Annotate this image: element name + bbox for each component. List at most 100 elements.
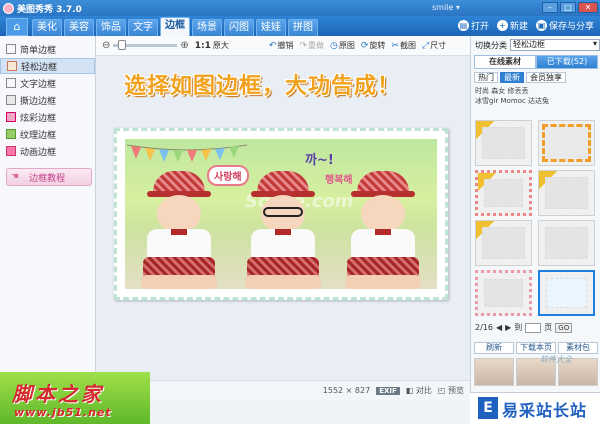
size-button[interactable]: ⤢ 尺寸	[422, 40, 446, 51]
sidebar-item-label: 动画边框	[20, 147, 57, 158]
filter-newest[interactable]: 最新	[500, 72, 524, 83]
actual-size-label[interactable]: 原大	[213, 40, 229, 51]
site-watermark-right: E 易采站长站	[470, 392, 600, 424]
tag-line[interactable]: 冰雪gir Momoc 达达兔	[475, 96, 599, 106]
sidebar-item-simple[interactable]: 简单边框	[0, 41, 95, 57]
compare-button[interactable]: ◧ 对比	[406, 385, 432, 396]
tab-downloaded[interactable]: 已下载(52)	[536, 55, 598, 69]
watermark-site-name: 易采站长站	[502, 401, 588, 420]
rotate-label: 旋转	[369, 41, 386, 50]
material-pack-button[interactable]: 素材包	[558, 342, 598, 354]
sidebar-item-animated[interactable]: 动画边框	[0, 143, 95, 159]
next-page-icon[interactable]: ▶	[505, 323, 511, 332]
user-menu[interactable]: smile ▾	[432, 3, 460, 12]
tab-online-materials[interactable]: 在线素材	[474, 55, 536, 69]
tab-beautify[interactable]: 美化	[32, 19, 62, 36]
tab-scene[interactable]: 场景	[192, 19, 222, 36]
exif-button[interactable]: EXIF	[376, 386, 400, 395]
frame-thumbnail[interactable]	[538, 220, 595, 266]
category-select[interactable]: 轻松边框	[510, 39, 600, 51]
tab-collage[interactable]: 拼图	[288, 19, 318, 36]
save-icon: ▣	[535, 20, 547, 31]
page-indicator: 2/16	[475, 323, 493, 332]
rotate-button[interactable]: ⟳ 旋转	[361, 40, 386, 51]
save-share-button[interactable]: ▣ 保存与分享	[535, 19, 594, 32]
material-actions: 刷新 下载本页 素材包	[474, 342, 598, 354]
frame-thumbnail[interactable]	[475, 220, 532, 266]
download-page-button[interactable]: 下载本页	[516, 342, 556, 354]
tab-flash[interactable]: 闪图	[224, 19, 254, 36]
page-input[interactable]	[525, 322, 542, 333]
filter-vip[interactable]: 会员独享	[526, 72, 566, 83]
folder-icon: ▤	[457, 20, 469, 31]
watermark-small: 软件大全	[540, 355, 572, 364]
undo-button[interactable]: ↶ 撤销	[269, 40, 294, 51]
torn-frame-icon	[6, 95, 16, 105]
zoom-out-icon[interactable]: ⊖	[102, 40, 110, 51]
maximize-button[interactable]: □	[560, 2, 576, 13]
tag-line[interactable]: 时尚 森女 修丢丢	[475, 86, 599, 96]
sidebar-item-easy[interactable]: 轻松边框	[0, 58, 95, 74]
canvas-area[interactable]: 选择如图边框，大功告成！ 사랑해 까~! 행복해 SooTe.com	[96, 56, 470, 380]
sidebar-item-label: 纹理边框	[20, 130, 57, 141]
new-button[interactable]: + 新建	[496, 19, 528, 32]
tutorial-label: 边框教程	[29, 173, 66, 184]
tab-doll[interactable]: 娃娃	[256, 19, 286, 36]
frame-thumbnail[interactable]	[475, 120, 532, 166]
tag-list[interactable]: 时尚 森女 修丢丢 冰雪gir Momoc 达达兔	[475, 86, 599, 106]
zoom-slider-knob[interactable]	[117, 40, 126, 50]
crop-button[interactable]: ✂ 截图	[391, 40, 416, 51]
preview-button[interactable]: ◰ 预览	[438, 385, 464, 396]
text-frame-icon	[6, 78, 16, 88]
filter-hot[interactable]: 热门	[474, 72, 498, 83]
baby-left	[133, 171, 225, 289]
refresh-button[interactable]: 刷新	[474, 342, 514, 354]
prev-page-icon[interactable]: ◀	[496, 323, 502, 332]
original-icon: ◷	[330, 40, 338, 51]
tab-makeup[interactable]: 美容	[64, 19, 94, 36]
sticker-text-kka: 까~!	[305, 153, 334, 168]
minimize-button[interactable]: –	[542, 2, 558, 13]
size-label: 尺寸	[430, 41, 447, 50]
go-button[interactable]: GO	[555, 322, 573, 333]
actual-size-button[interactable]: 1:1	[195, 41, 211, 51]
original-button[interactable]: ◷ 原图	[330, 40, 355, 51]
close-button[interactable]: ✕	[578, 2, 598, 13]
baby-middle	[237, 171, 329, 289]
crop-label: 截图	[399, 41, 416, 50]
image-dimensions: 1552 × 827	[322, 386, 371, 395]
frame-icon	[7, 61, 17, 71]
recommended-thumbnail[interactable]	[474, 358, 514, 386]
site-logo-icon: E	[478, 397, 498, 419]
open-button[interactable]: ▤ 打开	[457, 19, 489, 32]
window-controls: – □ ✕	[542, 2, 598, 13]
zoom-slider[interactable]	[113, 40, 178, 50]
nav-actions: ▤ 打开 + 新建 ▣ 保存与分享	[457, 19, 594, 32]
frame-thumbnail[interactable]	[475, 270, 532, 316]
sidebar-item-texture[interactable]: 纹理边框	[0, 126, 95, 142]
tab-text[interactable]: 文字	[128, 19, 158, 36]
title-bar: 美图秀秀 3.7.0 smile ▾ – □ ✕	[0, 0, 600, 16]
frame-icon	[6, 44, 16, 54]
redo-icon: ↷	[299, 40, 307, 51]
tab-frame[interactable]: 边框	[160, 17, 190, 36]
scissors-icon: ✂	[391, 40, 399, 51]
frame-thumbnail[interactable]	[475, 170, 532, 216]
sidebar-item-torn[interactable]: 撕边边框	[0, 92, 95, 108]
sidebar-item-colorful[interactable]: 炫彩边框	[0, 109, 95, 125]
open-label: 打开	[470, 22, 489, 32]
frame-thumbnail[interactable]	[538, 170, 595, 216]
frame-thumbnail[interactable]	[538, 270, 595, 316]
sidebar-item-text[interactable]: 文字边框	[0, 75, 95, 91]
site-watermark-left: 脚本之家 www.jb51.net	[0, 372, 150, 424]
undo-icon: ↶	[268, 40, 277, 51]
colorful-frame-icon	[6, 112, 16, 122]
framed-photo[interactable]: 사랑해 까~! 행복해 SooTe.com	[114, 128, 448, 300]
redo-button[interactable]: ↷ 重做	[299, 40, 324, 51]
home-button[interactable]: ⌂	[6, 18, 28, 36]
zoom-in-icon[interactable]: ⊕	[180, 40, 188, 51]
tab-accessories[interactable]: 饰品	[96, 19, 126, 36]
frame-tutorial-button[interactable]: ☚ 边框教程	[6, 168, 92, 186]
frame-thumbnail-selected[interactable]	[538, 120, 595, 166]
watermark-title: 脚本之家	[12, 382, 104, 406]
